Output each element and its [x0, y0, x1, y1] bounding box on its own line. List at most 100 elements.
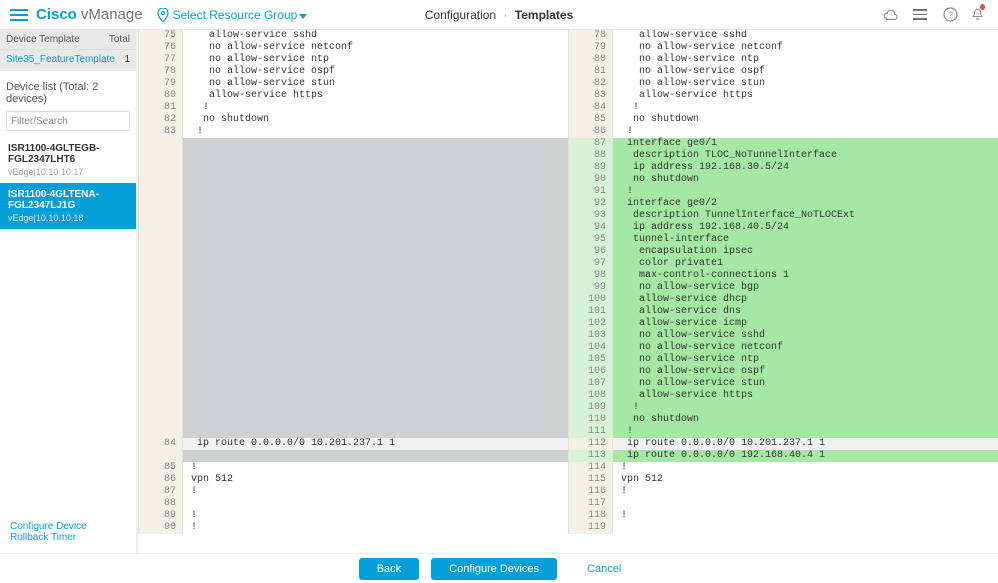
- code-line: 92 interface ge0/2: [568, 198, 998, 210]
- code-line: 82 no shutdown: [138, 114, 568, 126]
- line-number: 87: [138, 486, 183, 498]
- line-content: ip route 0.0.0.0/0 10.201.237.1 1: [613, 438, 998, 450]
- code-line: 102 allow-service icmp: [568, 318, 998, 330]
- line-number: [138, 150, 183, 162]
- cancel-button[interactable]: Cancel: [569, 558, 639, 580]
- line-content: [183, 354, 568, 366]
- code-line: 108 allow-service https: [568, 390, 998, 402]
- code-line: 96 encapsulation ipsec: [568, 246, 998, 258]
- code-line: 76 no allow-service netconf: [138, 42, 568, 54]
- line-number: 95: [568, 234, 613, 246]
- line-content: [183, 174, 568, 186]
- code-line: 97 color private1: [568, 258, 998, 270]
- code-line: 86vpn 512: [138, 474, 568, 486]
- line-number: [138, 174, 183, 186]
- code-line: 114!: [568, 462, 998, 474]
- code-line: 106 no allow-service ospf: [568, 366, 998, 378]
- configure-devices-button[interactable]: Configure Devices: [431, 558, 557, 580]
- line-content: no shutdown: [613, 174, 998, 186]
- line-content: no allow-service ntp: [183, 54, 568, 66]
- code-line: 94 ip address 192.168.40.5/24: [568, 222, 998, 234]
- line-number: 84: [138, 438, 183, 450]
- code-line: 88 description TLOC_NoTunnelInterface: [568, 150, 998, 162]
- line-number: 76: [138, 42, 183, 54]
- cloud-icon[interactable]: [882, 7, 898, 23]
- code-line: [138, 330, 568, 342]
- line-number: [138, 318, 183, 330]
- code-line: 82 no allow-service stun: [568, 78, 998, 90]
- code-line: [138, 306, 568, 318]
- pin-icon[interactable]: [157, 8, 169, 22]
- device-name: ISR1100-4GLTENA-FGL2347LJ1G: [8, 189, 128, 211]
- code-line: [138, 222, 568, 234]
- line-content: description TunnelInterface_NoTLOCExt: [613, 210, 998, 222]
- line-number: 107: [568, 378, 613, 390]
- line-number: 116: [568, 486, 613, 498]
- code-line: [138, 342, 568, 354]
- line-number: 114: [568, 462, 613, 474]
- line-number: 119: [568, 522, 613, 534]
- line-number: 81: [568, 66, 613, 78]
- line-number: 99: [568, 282, 613, 294]
- line-number: 77: [138, 54, 183, 66]
- code-line: 84 ip route 0.0.0.0/0 10.201.237.1 1: [138, 438, 568, 450]
- line-content: allow-service https: [613, 390, 998, 402]
- diff-right-pane[interactable]: 78 allow-service sshd79 no allow-service…: [568, 30, 998, 553]
- line-content: !: [613, 126, 998, 138]
- hamburger-icon[interactable]: [10, 9, 28, 21]
- code-line: 77 no allow-service ntp: [138, 54, 568, 66]
- line-content: !: [613, 462, 998, 474]
- template-header: Device Template Total: [0, 30, 136, 50]
- line-content: no allow-service bgp: [613, 282, 998, 294]
- resource-group-select[interactable]: Select Resource Group: [173, 8, 308, 22]
- rollback-timer-link[interactable]: Configure Device Rollback Timer: [0, 511, 136, 553]
- code-line: 89!: [138, 510, 568, 522]
- line-content: [183, 366, 568, 378]
- line-content: no allow-service ospf: [183, 66, 568, 78]
- menu-icon[interactable]: [912, 7, 928, 23]
- line-content: no allow-service ntp: [613, 54, 998, 66]
- line-number: 81: [138, 102, 183, 114]
- code-line: 107 no allow-service stun: [568, 378, 998, 390]
- code-line: 78 no allow-service ospf: [138, 66, 568, 78]
- code-line: 79 no allow-service stun: [138, 78, 568, 90]
- code-line: [138, 210, 568, 222]
- line-number: 86: [138, 474, 183, 486]
- code-line: [138, 186, 568, 198]
- back-button[interactable]: Back: [359, 558, 419, 580]
- line-content: !: [183, 102, 568, 114]
- line-number: 90: [568, 174, 613, 186]
- code-line: 111 !: [568, 426, 998, 438]
- line-content: interface ge0/1: [613, 138, 998, 150]
- device-item[interactable]: ISR1100-4GLTEGB-FGL2347LHT6vEdge|10.10.1…: [0, 137, 136, 183]
- line-content: no allow-service ntp: [613, 354, 998, 366]
- line-content: [613, 498, 998, 510]
- line-number: [138, 366, 183, 378]
- bell-icon[interactable]: [972, 7, 988, 23]
- line-content: ip route 0.0.0.0/0 10.201.237.1 1: [183, 438, 568, 450]
- template-count: 1: [124, 54, 130, 65]
- code-line: [138, 234, 568, 246]
- line-number: 92: [568, 198, 613, 210]
- line-number: 90: [138, 522, 183, 534]
- code-line: [138, 258, 568, 270]
- device-item[interactable]: ISR1100-4GLTENA-FGL2347LJ1GvEdge|10.10.1…: [0, 183, 136, 229]
- line-content: [183, 414, 568, 426]
- diff-left-pane[interactable]: 75 allow-service sshd76 no allow-service…: [138, 30, 568, 553]
- line-content: no allow-service netconf: [183, 42, 568, 54]
- line-content: !: [183, 486, 568, 498]
- help-icon[interactable]: ?: [942, 7, 958, 23]
- template-label: Device Template: [6, 34, 80, 45]
- line-content: [183, 318, 568, 330]
- line-content: !: [613, 102, 998, 114]
- line-number: [138, 186, 183, 198]
- filter-input[interactable]: Filter/Search: [6, 111, 130, 131]
- line-content: no shutdown: [613, 114, 998, 126]
- line-content: [183, 378, 568, 390]
- breadcrumb-sep: ·: [503, 8, 507, 22]
- line-content: !: [183, 126, 568, 138]
- line-content: [183, 330, 568, 342]
- template-row[interactable]: Site35_FeatureTemplate 1: [0, 50, 136, 71]
- line-content: [183, 210, 568, 222]
- line-content: [183, 282, 568, 294]
